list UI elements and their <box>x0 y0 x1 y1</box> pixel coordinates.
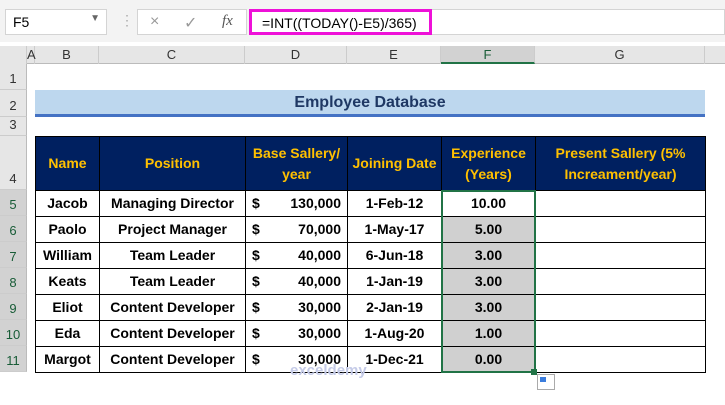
name-cell[interactable]: Margot <box>35 346 100 373</box>
cancel-icon[interactable]: × <box>150 13 159 31</box>
present-cell[interactable] <box>535 268 706 295</box>
column-header-c[interactable]: C <box>99 46 245 64</box>
position-cell[interactable]: Team Leader <box>99 268 246 295</box>
currency-symbol: $ <box>252 221 260 237</box>
position-cell[interactable]: Managing Director <box>99 190 246 217</box>
position-cell[interactable]: Content Developer <box>99 294 246 321</box>
formula-input-extension[interactable] <box>432 9 725 35</box>
row-header-7[interactable]: 7 <box>0 242 27 268</box>
column-header-d[interactable]: D <box>245 46 347 64</box>
currency-symbol: $ <box>252 247 260 263</box>
column-header-f[interactable]: F <box>441 46 535 64</box>
formula-input[interactable]: =INT((TODAY()-E5)/365) <box>249 9 432 35</box>
position-cell[interactable]: Project Manager <box>99 216 246 243</box>
name-cell[interactable]: Paolo <box>35 216 100 243</box>
exp-cell[interactable]: 5.00 <box>441 216 536 243</box>
salary-cell[interactable]: $30,000 <box>245 320 348 347</box>
insert-function-icon[interactable]: fx <box>222 13 233 30</box>
column-header-b[interactable]: B <box>35 46 99 64</box>
salary-cell[interactable]: $130,000 <box>245 190 348 217</box>
salary-cell[interactable]: $40,000 <box>245 268 348 295</box>
name-box[interactable]: F5 ▼ <box>5 9 107 35</box>
position-cell[interactable]: Team Leader <box>99 242 246 269</box>
table-header[interactable]: Joining Date <box>347 136 442 191</box>
name-box-value: F5 <box>13 14 30 30</box>
salary-cell[interactable]: $30,000 <box>245 294 348 321</box>
drag-handle-icon[interactable]: ⋮ <box>120 12 134 29</box>
position-cell[interactable]: Content Developer <box>99 320 246 347</box>
currency-symbol: $ <box>252 299 260 315</box>
joined-cell[interactable]: 6-Jun-18 <box>347 242 442 269</box>
salary-value: 70,000 <box>298 221 341 237</box>
present-cell[interactable] <box>535 346 706 373</box>
name-cell[interactable]: Eliot <box>35 294 100 321</box>
column-header-g[interactable]: G <box>535 46 705 64</box>
row-header-3[interactable]: 3 <box>0 117 27 136</box>
joined-cell[interactable]: 2-Jan-19 <box>347 294 442 321</box>
salary-cell[interactable]: $70,000 <box>245 216 348 243</box>
table-header[interactable]: Position <box>99 136 246 191</box>
row-header-6[interactable]: 6 <box>0 216 27 242</box>
row-header-5[interactable]: 5 <box>0 190 27 216</box>
joined-cell[interactable]: 1-Jan-19 <box>347 268 442 295</box>
currency-symbol: $ <box>252 325 260 341</box>
salary-value: 30,000 <box>298 325 341 341</box>
salary-value: 40,000 <box>298 273 341 289</box>
exp-cell[interactable]: 1.00 <box>441 320 536 347</box>
enter-icon[interactable]: ✓ <box>184 13 197 33</box>
table-header[interactable]: Name <box>35 136 100 191</box>
exp-cell[interactable]: 3.00 <box>441 268 536 295</box>
name-cell[interactable]: Jacob <box>35 190 100 217</box>
currency-symbol: $ <box>252 195 260 211</box>
row-header-11[interactable]: 11 <box>0 346 27 372</box>
currency-symbol: $ <box>252 273 260 289</box>
row-header-9[interactable]: 9 <box>0 294 27 320</box>
present-cell[interactable] <box>535 320 706 347</box>
row-header-2[interactable]: 2 <box>0 90 27 117</box>
salary-value: 130,000 <box>290 195 341 211</box>
exp-cell[interactable]: 10.00 <box>441 190 536 217</box>
table-header[interactable]: Experience (Years) <box>441 136 536 191</box>
currency-symbol: $ <box>252 351 260 367</box>
row-header-8[interactable]: 8 <box>0 268 27 294</box>
select-all-button[interactable] <box>0 46 27 64</box>
present-cell[interactable] <box>535 190 706 217</box>
salary-cell[interactable]: $40,000 <box>245 242 348 269</box>
exp-cell[interactable]: 0.00 <box>441 346 536 373</box>
column-header-a[interactable]: A <box>27 46 36 64</box>
formula-buttons: × ✓ fx <box>137 9 247 35</box>
name-cell[interactable]: William <box>35 242 100 269</box>
present-cell[interactable] <box>535 242 706 269</box>
watermark-logo: exceldemy <box>290 362 367 379</box>
joined-cell[interactable]: 1-Aug-20 <box>347 320 442 347</box>
table-header[interactable]: Base Sallery/ year <box>245 136 348 191</box>
name-cell[interactable]: Eda <box>35 320 100 347</box>
present-cell[interactable] <box>535 294 706 321</box>
position-cell[interactable]: Content Developer <box>99 346 246 373</box>
table-header[interactable]: Present Sallery (5% Increament/year) <box>535 136 706 191</box>
row-header-1[interactable]: 1 <box>0 64 27 90</box>
exp-cell[interactable]: 3.00 <box>441 294 536 321</box>
present-cell[interactable] <box>535 216 706 243</box>
salary-value: 30,000 <box>298 299 341 315</box>
exp-cell[interactable]: 3.00 <box>441 242 536 269</box>
name-cell[interactable]: Keats <box>35 268 100 295</box>
joined-cell[interactable]: 1-May-17 <box>347 216 442 243</box>
salary-value: 40,000 <box>298 247 341 263</box>
quick-analysis-icon[interactable] <box>537 374 555 390</box>
column-headers: A B C D E F G <box>0 46 725 64</box>
row-header-4[interactable]: 4 <box>0 136 27 190</box>
joined-cell[interactable]: 1-Feb-12 <box>347 190 442 217</box>
column-header-e[interactable]: E <box>347 46 441 64</box>
chevron-down-icon[interactable]: ▼ <box>90 13 100 24</box>
row-header-10[interactable]: 10 <box>0 320 27 346</box>
sheet-title: Employee Database <box>35 90 705 117</box>
